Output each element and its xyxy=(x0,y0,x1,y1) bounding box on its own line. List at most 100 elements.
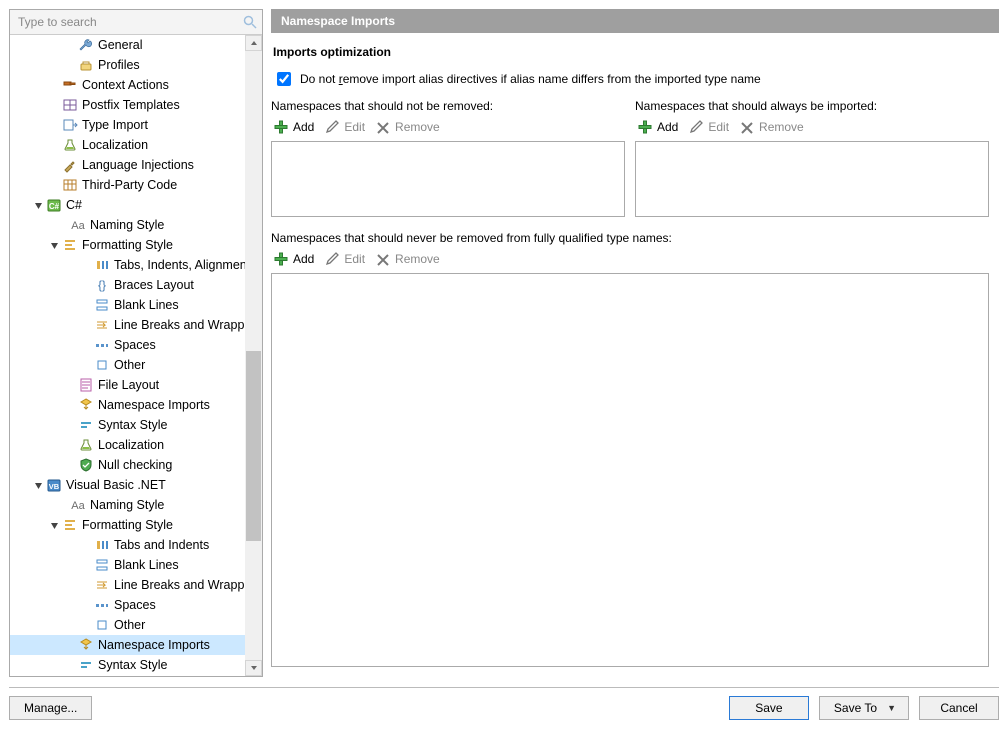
tree-item[interactable]: C# xyxy=(10,195,262,215)
other-icon xyxy=(94,357,110,373)
edit-button[interactable]: Edit xyxy=(324,119,365,135)
add-button[interactable]: Add xyxy=(273,119,314,135)
flask-icon xyxy=(62,137,78,153)
manage-button[interactable]: Manage... xyxy=(9,696,92,720)
chevron-expanded-icon[interactable] xyxy=(32,199,44,211)
braces-icon xyxy=(94,277,110,293)
footer: Manage... Save Save To▼ Cancel xyxy=(9,687,999,720)
edit-icon xyxy=(324,119,340,135)
scroll-up-button[interactable] xyxy=(245,35,262,51)
add-button[interactable]: Add xyxy=(637,119,678,135)
not-removed-column: Namespaces that should not be removed: A… xyxy=(271,99,625,217)
tree-item[interactable]: Context Actions xyxy=(10,75,262,95)
tree-item-label: Naming Style xyxy=(90,218,164,232)
tree-item-label: Localization xyxy=(82,138,148,152)
not-removed-list[interactable] xyxy=(271,141,625,217)
edit-icon xyxy=(688,119,704,135)
tree-item[interactable]: Visual Basic .NET xyxy=(10,475,262,495)
remove-button[interactable]: Remove xyxy=(739,119,804,135)
tree-item[interactable]: Language Injections xyxy=(10,155,262,175)
always-imported-list[interactable] xyxy=(635,141,989,217)
tree-item-label: General xyxy=(98,38,142,52)
search-input[interactable] xyxy=(10,10,262,34)
tree-item[interactable]: Postfix Templates xyxy=(10,95,262,115)
square-grid-icon xyxy=(62,97,78,113)
add-icon xyxy=(637,119,653,135)
tree-item[interactable]: Other xyxy=(10,615,262,635)
remove-button[interactable]: Remove xyxy=(375,251,440,267)
tree-item[interactable]: Localization xyxy=(10,135,262,155)
hammer-icon xyxy=(62,77,78,93)
tree-item[interactable]: Naming Style xyxy=(10,495,262,515)
tree-item[interactable]: Syntax Style xyxy=(10,655,262,675)
section-heading: Imports optimization xyxy=(271,39,989,67)
tree-item[interactable]: Other xyxy=(10,355,262,375)
tree-item[interactable]: Braces Layout xyxy=(10,275,262,295)
tree-item[interactable]: Formatting Style xyxy=(10,515,262,535)
never-removed-fq-label: Namespaces that should never be removed … xyxy=(271,231,989,249)
ns-import-icon xyxy=(78,397,94,413)
edit-icon xyxy=(324,251,340,267)
tree-item[interactable]: Third-Party Code xyxy=(10,175,262,195)
type-import-icon xyxy=(62,117,78,133)
vertical-scrollbar[interactable] xyxy=(245,35,262,676)
tree-item[interactable]: Namespace Imports xyxy=(10,395,262,415)
tree-item-label: Postfix Templates xyxy=(82,98,180,112)
content-panel: Namespace Imports Imports optimization D… xyxy=(271,9,999,677)
edit-button[interactable]: Edit xyxy=(688,119,729,135)
always-imported-label: Namespaces that should always be importe… xyxy=(635,99,989,117)
csharp-icon xyxy=(46,197,62,213)
format-icon xyxy=(62,517,78,533)
options-tree[interactable]: General Profiles Context Actions Postfix Te… xyxy=(10,35,262,676)
tree-item-label: Braces Layout xyxy=(114,278,194,292)
edit-button[interactable]: Edit xyxy=(324,251,365,267)
cancel-button[interactable]: Cancel xyxy=(919,696,999,720)
remove-icon xyxy=(739,119,755,135)
tree-item-label: Context Actions xyxy=(82,78,169,92)
scroll-thumb[interactable] xyxy=(246,351,261,541)
tree-item[interactable]: Tabs, Indents, Alignment xyxy=(10,255,262,275)
tree-item[interactable]: Profiles xyxy=(10,55,262,75)
tree-item[interactable]: Syntax Style xyxy=(10,415,262,435)
tree-item[interactable]: Formatting Style xyxy=(10,235,262,255)
tree-item[interactable]: General xyxy=(10,35,262,55)
tree-item[interactable]: Naming Style xyxy=(10,215,262,235)
search-icon[interactable] xyxy=(242,14,258,30)
tree-item[interactable]: Spaces xyxy=(10,335,262,355)
tree-item[interactable]: Type Import xyxy=(10,115,262,135)
tree-item[interactable]: Line Breaks and Wrapping xyxy=(10,315,262,335)
flask-icon xyxy=(78,437,94,453)
tree-item[interactable]: Blank Lines xyxy=(10,555,262,575)
tree-item-label: Spaces xyxy=(114,598,156,612)
do-not-remove-alias-checkbox[interactable]: Do not remove import alias directives if… xyxy=(271,67,989,99)
tree-item[interactable]: Blank Lines xyxy=(10,295,262,315)
add-button[interactable]: Add xyxy=(273,251,314,267)
format-icon xyxy=(62,237,78,253)
tree-item[interactable]: File Layout xyxy=(10,375,262,395)
tree-item[interactable]: Spaces xyxy=(10,595,262,615)
checkbox-input[interactable] xyxy=(277,72,291,86)
never-removed-fq-list[interactable] xyxy=(271,273,989,667)
chevron-expanded-icon[interactable] xyxy=(48,239,60,251)
chevron-expanded-icon[interactable] xyxy=(48,519,60,531)
checkbox-label: Do not remove import alias directives if… xyxy=(300,72,761,86)
tree-item-label: Type Import xyxy=(82,118,148,132)
tree-item-label: Third-Party Code xyxy=(82,178,177,192)
chevron-expanded-icon[interactable] xyxy=(32,479,44,491)
vb-icon xyxy=(46,477,62,493)
blank-icon xyxy=(94,557,110,573)
ns-import-icon xyxy=(78,637,94,653)
save-to-button[interactable]: Save To▼ xyxy=(819,696,909,720)
tree-item[interactable]: Tabs and Indents xyxy=(10,535,262,555)
scroll-down-button[interactable] xyxy=(245,660,262,676)
shield-icon xyxy=(78,457,94,473)
tree-item[interactable]: Namespace Imports xyxy=(10,635,262,655)
remove-button[interactable]: Remove xyxy=(375,119,440,135)
tabs-icon xyxy=(94,257,110,273)
save-button[interactable]: Save xyxy=(729,696,809,720)
tree-item-label: Language Injections xyxy=(82,158,194,172)
grid3-icon xyxy=(62,177,78,193)
tree-item[interactable]: Null checking xyxy=(10,455,262,475)
tree-item[interactable]: Line Breaks and Wrapping xyxy=(10,575,262,595)
tree-item[interactable]: Localization xyxy=(10,435,262,455)
